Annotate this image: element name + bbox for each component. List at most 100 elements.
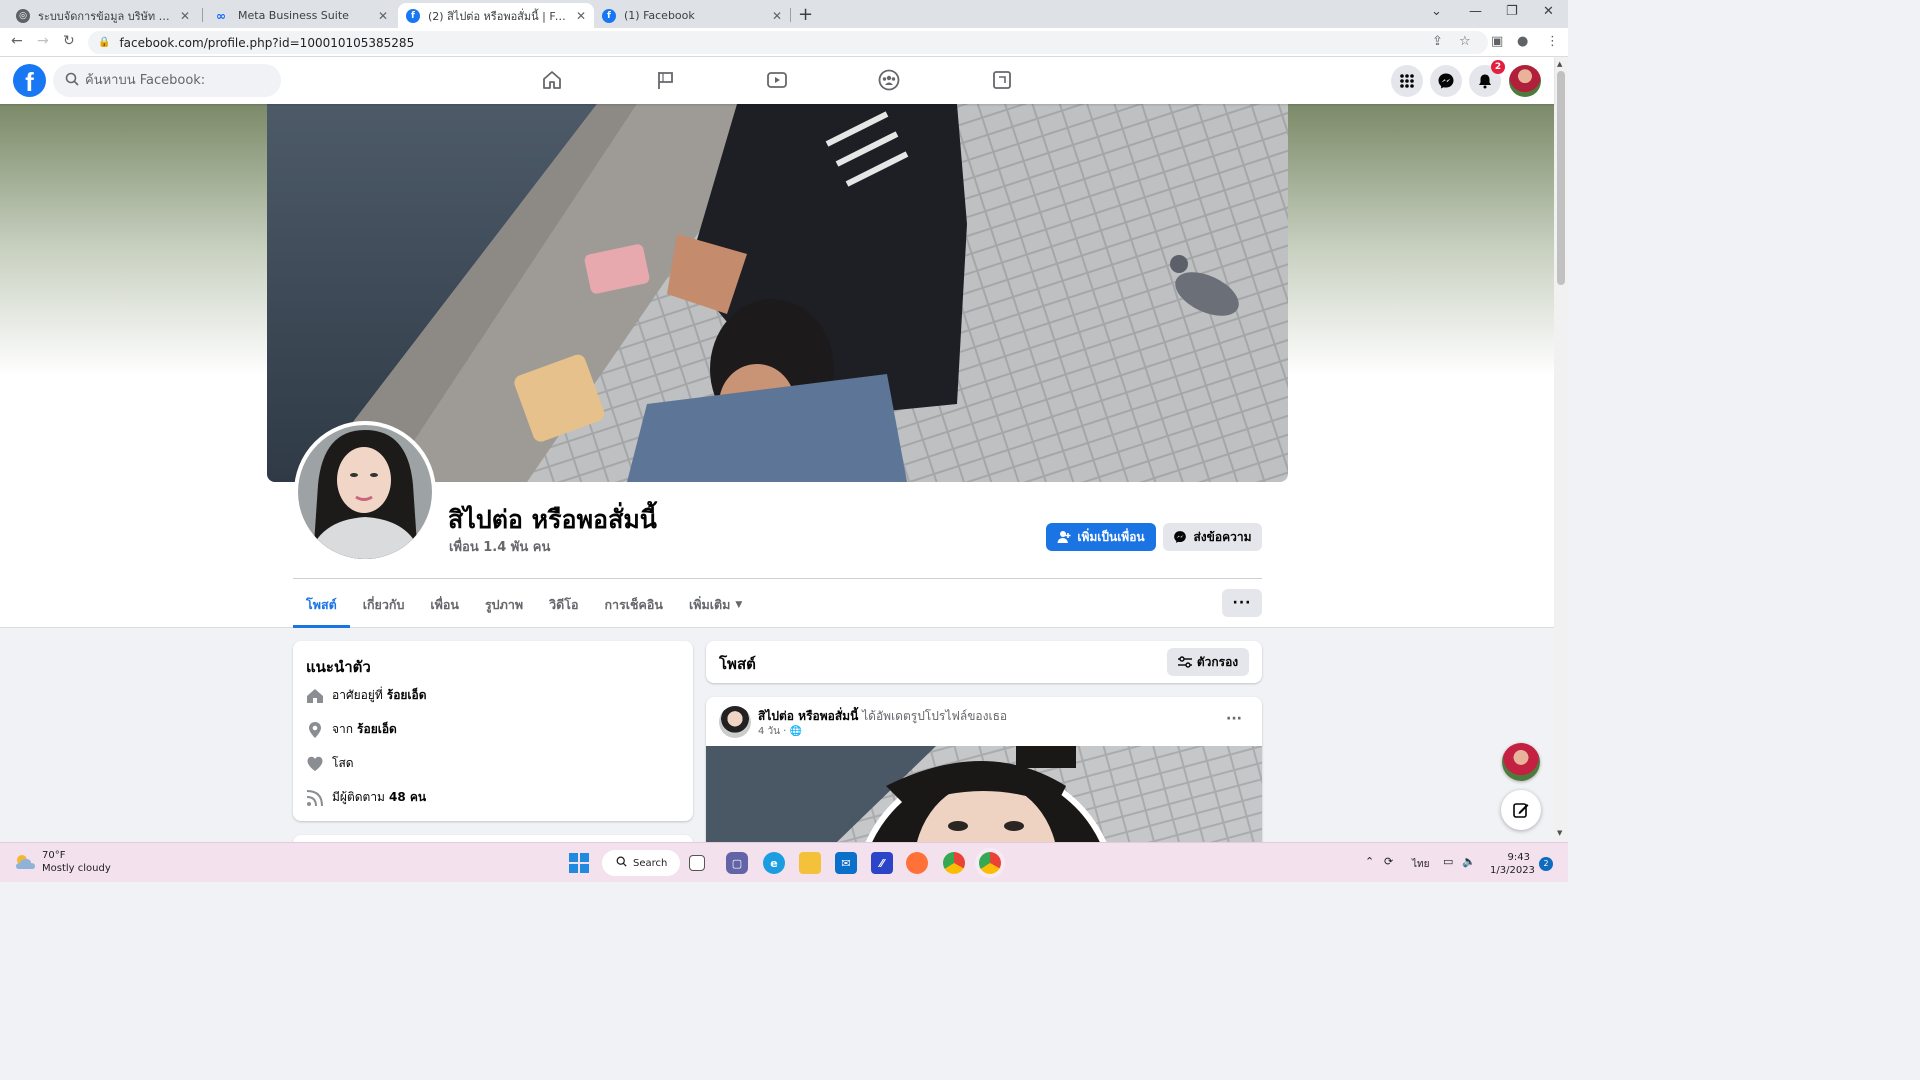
facebook-logo-icon[interactable]: f [13, 64, 46, 97]
bookmark-star-icon[interactable]: ☆ [1459, 34, 1471, 49]
tab-photos[interactable]: รูปภาพ [472, 582, 536, 628]
profile-more-button[interactable]: ··· [1222, 589, 1262, 617]
post-time[interactable]: 4 วัน · [758, 726, 786, 737]
tab-search-icon[interactable]: ⌄ [1431, 4, 1442, 19]
grid-icon [1400, 74, 1414, 88]
posts-title: โพสต์ [719, 655, 756, 673]
file-explorer-icon[interactable] [799, 852, 821, 874]
close-tab-icon[interactable]: ✕ [180, 9, 190, 23]
chrome-active-icon[interactable] [979, 852, 1001, 874]
tab-separator [790, 8, 791, 22]
input-language[interactable]: ไทย [1412, 857, 1429, 872]
facebook-search-input[interactable] [85, 73, 265, 88]
from-prefix: จาก [332, 722, 354, 736]
friends-count[interactable]: เพื่อน 1.4 พัน คน [449, 536, 550, 557]
gaming-icon[interactable] [990, 68, 1014, 92]
lives-value[interactable]: ร้อยเอ็ด [387, 686, 427, 705]
profile-icon[interactable]: ● [1517, 34, 1528, 49]
tab-checkins[interactable]: การเช็คอิน [591, 582, 675, 628]
volume-icon[interactable]: 🔈 [1462, 855, 1476, 868]
sync-icon[interactable]: ⟳ [1384, 855, 1393, 868]
caret-down-icon: ▼ [735, 600, 743, 610]
intro-from: จาก ร้อยเอ็ด [306, 720, 397, 739]
tab-posts[interactable]: โพสต์ [293, 582, 350, 628]
facebook-icon: f [406, 8, 420, 23]
profile-picture[interactable] [294, 421, 436, 563]
show-hidden-icons[interactable]: ⌃ [1365, 855, 1374, 868]
firefox-icon[interactable] [906, 852, 928, 874]
account-avatar[interactable] [1509, 65, 1541, 97]
groups-icon[interactable] [877, 68, 901, 92]
weather-widget[interactable]: 70°F Mostly cloudy [14, 849, 111, 875]
bell-icon [1479, 74, 1491, 89]
browser-tab-active[interactable]: f (2) สิไปต่อ หรือพอสั่มนี้ | Facebook ✕ [398, 3, 594, 28]
chat-contact-avatar[interactable] [1502, 743, 1540, 781]
reload-icon[interactable]: ↻ [63, 33, 75, 49]
facebook-icon: f [602, 8, 616, 23]
tab-friends[interactable]: เพื่อน [417, 582, 472, 628]
tab-title: ระบบจัดการข้อมูล บริษัท โชคลูกน้อย ... [38, 9, 174, 23]
facebook-search[interactable] [53, 64, 281, 97]
share-icon[interactable]: ⇪ [1432, 34, 1443, 49]
scroll-down-icon[interactable]: ▼ [1557, 829, 1562, 837]
teams-chat-icon[interactable]: ▢ [726, 852, 748, 874]
close-tab-icon[interactable]: ✕ [772, 9, 782, 23]
edge-browser-icon[interactable]: e [763, 852, 785, 874]
cover-photo[interactable] [267, 104, 1288, 482]
lives-prefix: อาศัยอยู่ที่ [332, 688, 383, 702]
new-tab-icon[interactable]: + [798, 4, 813, 25]
messenger-button[interactable] [1430, 65, 1462, 97]
intro-lives-in: อาศัยอยู่ที่ ร้อยเอ็ด [306, 686, 427, 705]
windows-taskbar: 70°F Mostly cloudy Search ▢ e ✉ ⁄⁄ ⌃ ⟳ ไ… [0, 842, 1568, 882]
browser-tab[interactable]: f (1) Facebook ✕ [594, 3, 790, 28]
facebook-header: f 2 [0, 57, 1554, 104]
followers-prefix: มีผู้ติดตาม [332, 790, 385, 804]
browser-tab[interactable]: ◎ ระบบจัดการข้อมูล บริษัท โชคลูกน้อย ...… [8, 3, 198, 28]
app-icon[interactable]: ⁄⁄ [871, 852, 893, 874]
restore-icon[interactable]: ❐ [1506, 4, 1518, 19]
post-author[interactable]: สิไปต่อ หรือพอสั่มนี้ [758, 709, 858, 723]
network-icon[interactable]: ▭ [1443, 855, 1453, 868]
profile-picture-image [298, 425, 432, 559]
home-icon[interactable] [540, 68, 564, 92]
tab-title: (1) Facebook [624, 9, 695, 22]
forward-icon[interactable]: → [37, 33, 49, 49]
send-message-button[interactable]: ส่งข้อความ [1163, 523, 1262, 551]
pages-flag-icon[interactable] [653, 68, 677, 92]
minimize-icon[interactable]: — [1469, 4, 1482, 19]
taskbar-clock[interactable]: 9:43 1/3/2023 [1490, 851, 1535, 877]
tab-about[interactable]: เกี่ยวกับ [350, 582, 418, 628]
close-tab-icon[interactable]: ✕ [576, 9, 586, 23]
public-globe-icon: 🌐 [789, 726, 802, 737]
notification-center-badge[interactable]: 2 [1539, 857, 1553, 871]
add-friend-button[interactable]: เพิ่มเป็นเพื่อน [1046, 523, 1156, 551]
post-author-avatar[interactable] [719, 706, 751, 738]
close-tab-icon[interactable]: ✕ [378, 9, 388, 23]
taskbar-search-label: Search [633, 857, 668, 869]
post-photo[interactable] [706, 746, 1262, 843]
mail-icon[interactable]: ✉ [835, 852, 857, 874]
scrollbar-thumb[interactable] [1557, 71, 1565, 285]
scroll-up-icon[interactable]: ▲ [1557, 60, 1562, 68]
filter-button[interactable]: ตัวกรอง [1167, 648, 1249, 676]
followers-value[interactable]: 48 คน [389, 788, 426, 807]
watch-video-icon[interactable] [765, 68, 789, 92]
task-view-icon[interactable] [689, 855, 705, 871]
close-window-icon[interactable]: ✕ [1543, 4, 1554, 19]
menu-kebab-icon[interactable]: ⋮ [1546, 34, 1559, 49]
post-options-button[interactable]: ··· [1226, 711, 1242, 727]
address-bar[interactable]: 🔒 facebook.com/profile.php?id=1000101053… [88, 31, 1488, 54]
new-message-button[interactable] [1501, 790, 1541, 830]
tab-more[interactable]: เพิ่มเติม ▼ [676, 582, 755, 628]
from-value[interactable]: ร้อยเอ็ด [357, 720, 397, 739]
taskbar-search[interactable]: Search [602, 850, 680, 876]
back-icon[interactable]: ← [11, 33, 23, 49]
start-windows-icon[interactable] [568, 852, 590, 874]
chrome-icon[interactable] [943, 852, 965, 874]
location-pin-icon [306, 721, 324, 739]
side-panel-icon[interactable]: ▣ [1491, 34, 1503, 49]
browser-tab[interactable]: ∞ Meta Business Suite ✕ [204, 3, 396, 28]
tab-videos[interactable]: วิดีโอ [536, 582, 591, 628]
page-scrollbar[interactable]: ▲ ▼ [1554, 57, 1568, 842]
menu-grid-button[interactable] [1391, 65, 1423, 97]
